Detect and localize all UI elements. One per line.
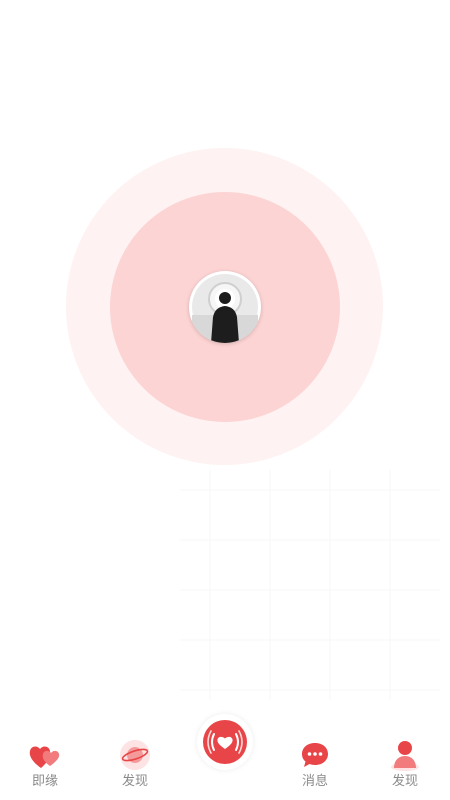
planet-icon <box>120 740 150 770</box>
bottom-tab-bar: 即缘 发现 消息 发现 <box>0 714 450 800</box>
tab-jiyuan[interactable]: 即缘 <box>10 738 80 790</box>
background-pattern <box>180 470 440 700</box>
person-icon <box>391 741 419 771</box>
tab-profile[interactable]: 发现 <box>370 738 440 790</box>
avatar-photo-icon <box>192 274 258 343</box>
match-screen: 即缘 发现 消息 发现 <box>0 0 450 800</box>
tab-discover[interactable]: 发现 <box>100 738 170 790</box>
match-broadcast-button[interactable] <box>197 714 253 770</box>
chat-bubble-icon <box>302 743 328 767</box>
tab-label: 发现 <box>121 774 148 789</box>
tab-label: 即缘 <box>31 774 58 789</box>
user-avatar[interactable] <box>189 271 261 343</box>
center-button-fill <box>203 720 247 764</box>
hearts-icon <box>29 746 60 768</box>
heart-broadcast-icon <box>207 730 243 754</box>
tab-label: 消息 <box>301 774 328 789</box>
tab-messages[interactable]: 消息 <box>280 738 350 790</box>
tab-label: 发现 <box>391 774 418 789</box>
